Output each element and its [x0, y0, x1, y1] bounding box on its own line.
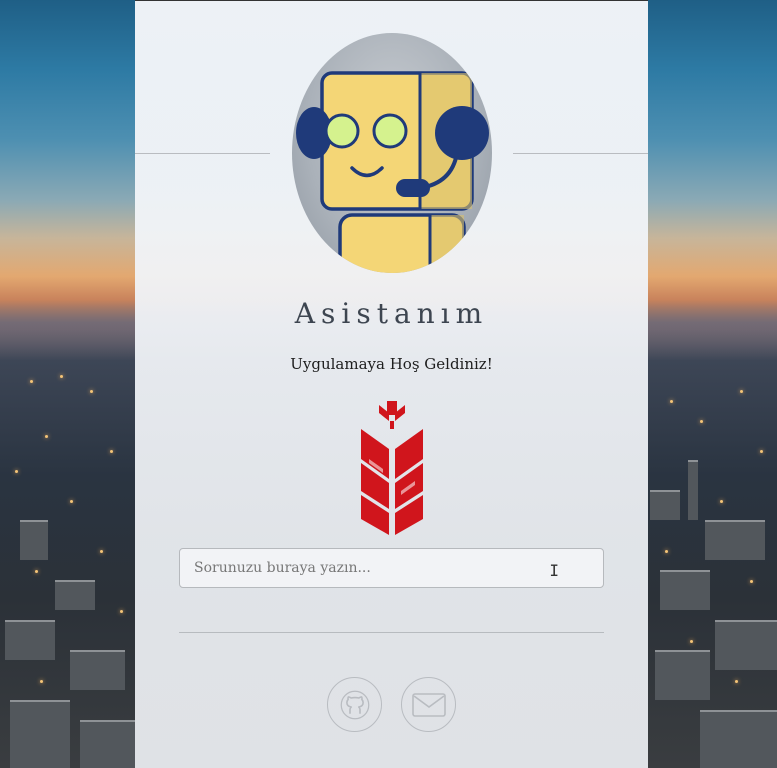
welcome-text: Uygulamaya Hoş Geldiniz!	[290, 355, 493, 373]
question-input-box[interactable]: I	[179, 548, 604, 588]
github-button[interactable]	[327, 677, 382, 732]
wheat-logo-icon	[357, 399, 427, 539]
footer-divider	[179, 632, 604, 633]
header-line-left	[135, 153, 270, 154]
text-cursor-icon: I	[549, 561, 559, 580]
app-title: Asistanım	[294, 297, 489, 330]
question-input[interactable]	[180, 549, 603, 587]
mail-icon	[411, 692, 446, 717]
header-line-right	[513, 153, 648, 154]
github-icon	[340, 690, 369, 719]
robot-headset-icon	[292, 33, 492, 273]
mail-button[interactable]	[401, 677, 456, 732]
main-panel: Asistanım Uygulamaya Hoş Geldiniz! Sorun…	[135, 0, 648, 768]
